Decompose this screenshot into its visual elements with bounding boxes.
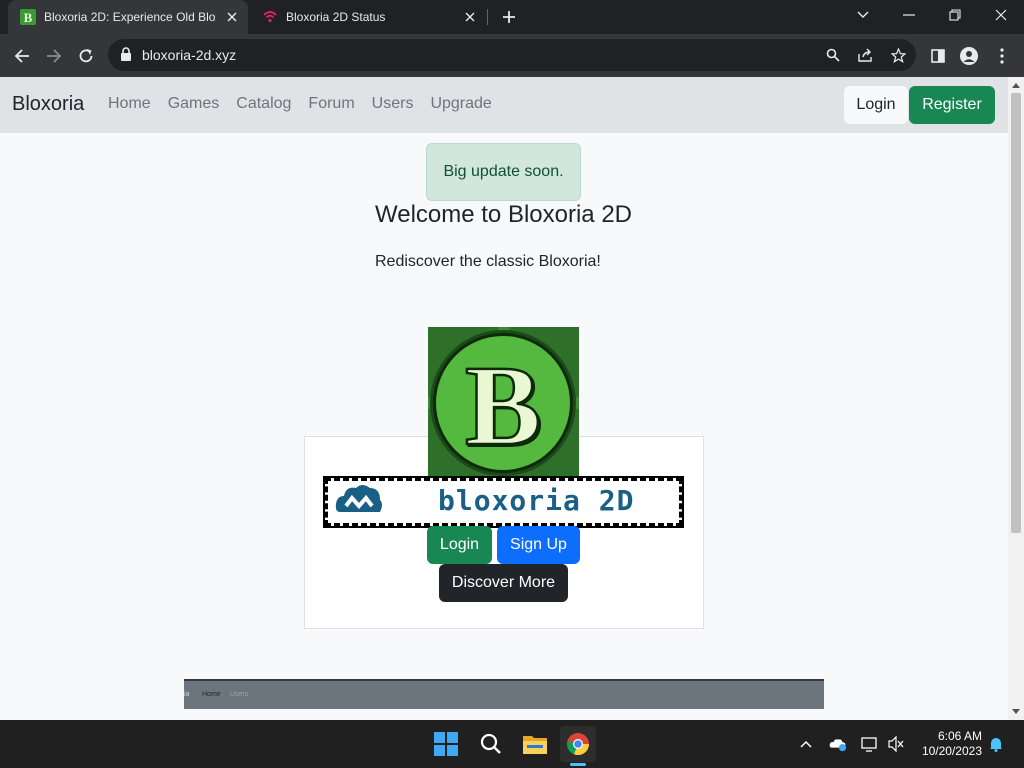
reload-icon[interactable] <box>72 42 100 70</box>
tab-strip: B Bloxoria 2D: Experience Old Blox Bloxo… <box>0 0 1024 34</box>
windows-start-icon[interactable] <box>428 726 464 762</box>
nav-link-home[interactable]: Home <box>108 95 151 113</box>
bloxoria-favicon-icon: B <box>20 9 36 25</box>
tab-search-icon[interactable] <box>840 0 886 30</box>
page-viewport: Bloxoria Home Games Catalog Forum Users … <box>0 77 1008 720</box>
clock-date: 10/20/2023 <box>921 744 982 758</box>
scroll-thumb[interactable] <box>1011 93 1021 533</box>
restore-icon[interactable] <box>932 0 978 30</box>
status-favicon-icon <box>263 11 277 23</box>
share-icon[interactable] <box>856 45 876 65</box>
tab-bloxoria[interactable]: B Bloxoria 2D: Experience Old Blox <box>8 0 248 34</box>
scroll-down-arrow-icon[interactable] <box>1012 709 1020 714</box>
site-navbar: Bloxoria Home Games Catalog Forum Users … <box>0 77 1008 133</box>
welcome-heading: Welcome to Bloxoria 2D <box>375 201 632 228</box>
scroll-up-arrow-icon[interactable] <box>1012 83 1020 88</box>
active-app-indicator <box>570 763 586 766</box>
chrome-taskbar-icon[interactable] <box>560 726 596 762</box>
svg-text:B: B <box>465 342 541 469</box>
welcome-subtitle: Rediscover the classic Bloxoria! <box>375 253 601 270</box>
browser-toolbar: bloxoria-2d.xyz <box>0 34 1024 77</box>
tab-status[interactable]: Bloxoria 2D Status <box>250 0 486 34</box>
svg-text:B: B <box>24 10 33 25</box>
menu-kebab-icon[interactable] <box>988 42 1016 70</box>
update-alert: Big update soon. <box>426 143 581 201</box>
nav-link-forum[interactable]: Forum <box>308 95 354 113</box>
nav-link-catalog[interactable]: Catalog <box>236 95 291 113</box>
nav-link-upgrade[interactable]: Upgrade <box>430 95 491 113</box>
address-bar[interactable]: bloxoria-2d.xyz <box>108 39 916 71</box>
network-display-icon[interactable] <box>861 735 879 753</box>
preview-link: Users <box>230 691 249 698</box>
back-icon[interactable] <box>8 42 36 70</box>
profile-icon[interactable] <box>955 42 983 70</box>
nav-login-button[interactable]: Login <box>844 86 908 124</box>
url-text: bloxoria-2d.xyz <box>142 47 237 63</box>
nav-register-button[interactable]: Register <box>909 86 995 124</box>
bloxoria-logo: B B <box>428 327 579 479</box>
close-tab-icon[interactable] <box>224 9 240 25</box>
bookmark-star-icon[interactable] <box>888 45 908 65</box>
nav-links: Home Games Catalog Forum Users Upgrade <box>108 95 509 113</box>
card-signup-button[interactable]: Sign Up <box>497 526 580 564</box>
navbar-preview-image: ia Home Users <box>184 679 824 709</box>
tray-overflow-chevron-icon[interactable] <box>797 735 815 753</box>
notification-bell-icon[interactable] <box>987 735 1005 753</box>
forward-icon[interactable] <box>40 42 68 70</box>
tab-separator <box>487 9 488 25</box>
card-login-button[interactable]: Login <box>427 526 492 564</box>
volume-muted-icon[interactable] <box>887 735 905 753</box>
preview-link: ia <box>184 691 190 698</box>
close-tab-icon[interactable] <box>462 9 478 25</box>
clock-time: 6:06 AM <box>937 729 982 743</box>
file-explorer-icon[interactable] <box>517 726 553 762</box>
onedrive-icon[interactable] <box>829 735 847 753</box>
preview-link: Home <box>202 691 221 698</box>
system-clock[interactable]: 6:06 AM 10/20/2023 <box>918 729 982 759</box>
nav-link-users[interactable]: Users <box>372 95 414 113</box>
minimize-icon[interactable] <box>886 0 932 30</box>
side-panel-icon[interactable] <box>924 42 952 70</box>
lock-icon[interactable] <box>120 47 132 61</box>
page-scrollbar[interactable] <box>1008 77 1024 720</box>
zoom-search-icon[interactable] <box>823 45 843 65</box>
bloxoria-cloud-icon <box>335 485 382 512</box>
banner-text: bloxoria 2D <box>438 484 635 517</box>
site-brand[interactable]: Bloxoria <box>12 93 84 116</box>
new-tab-button[interactable] <box>498 6 520 28</box>
bloxoria-banner: bloxoria 2D <box>323 476 684 528</box>
tab-title: Bloxoria 2D Status <box>286 10 386 24</box>
discover-more-button[interactable]: Discover More <box>439 564 568 602</box>
tab-title: Bloxoria 2D: Experience Old Blox <box>44 10 216 24</box>
windows-taskbar: 6:06 AM 10/20/2023 <box>0 720 1024 768</box>
close-window-icon[interactable] <box>978 0 1024 30</box>
nav-link-games[interactable]: Games <box>168 95 220 113</box>
taskbar-search-icon[interactable] <box>473 726 509 762</box>
